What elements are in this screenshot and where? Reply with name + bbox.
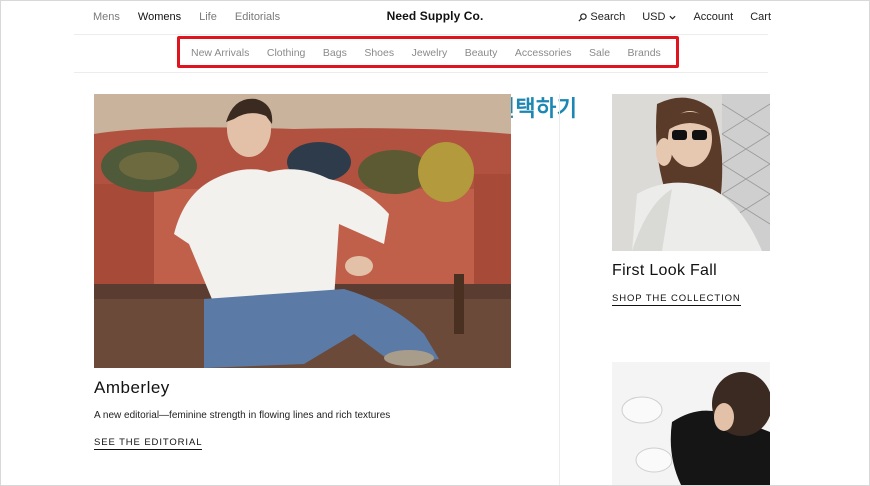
category-highlight-box <box>177 36 679 68</box>
header-divider <box>74 34 768 35</box>
first-look-image[interactable] <box>612 94 770 251</box>
currency-label: USD <box>642 11 666 23</box>
first-look-photo-illustration <box>612 94 770 251</box>
editorial-description: A new editorial—feminine strength in flo… <box>94 410 391 421</box>
search-icon <box>578 12 588 22</box>
editorial-title[interactable]: Amberley <box>94 378 170 398</box>
cart-link[interactable]: Cart <box>750 11 771 23</box>
editorial-image[interactable] <box>94 94 511 368</box>
category-divider <box>74 72 768 73</box>
currency-select[interactable]: USD <box>642 11 676 23</box>
second-feature-photo-illustration <box>612 362 770 485</box>
search-button[interactable]: Search <box>578 11 625 23</box>
account-link[interactable]: Account <box>693 11 733 23</box>
shop-collection-link[interactable]: SHOP THE COLLECTION <box>612 293 741 306</box>
editorial-photo-illustration <box>94 94 511 368</box>
column-divider <box>559 94 560 485</box>
browser-frame: Mens Womens Life Editorials Need Supply … <box>0 0 870 486</box>
top-nav: Mens Womens Life Editorials Need Supply … <box>1 1 869 35</box>
first-look-title[interactable]: First Look Fall <box>612 262 717 280</box>
utility-nav: Search USD Account Cart <box>578 11 771 23</box>
see-editorial-link[interactable]: SEE THE EDITORIAL <box>94 437 203 450</box>
second-feature-image[interactable] <box>612 362 770 485</box>
search-label: Search <box>590 11 626 23</box>
chevron-down-icon <box>669 15 676 20</box>
